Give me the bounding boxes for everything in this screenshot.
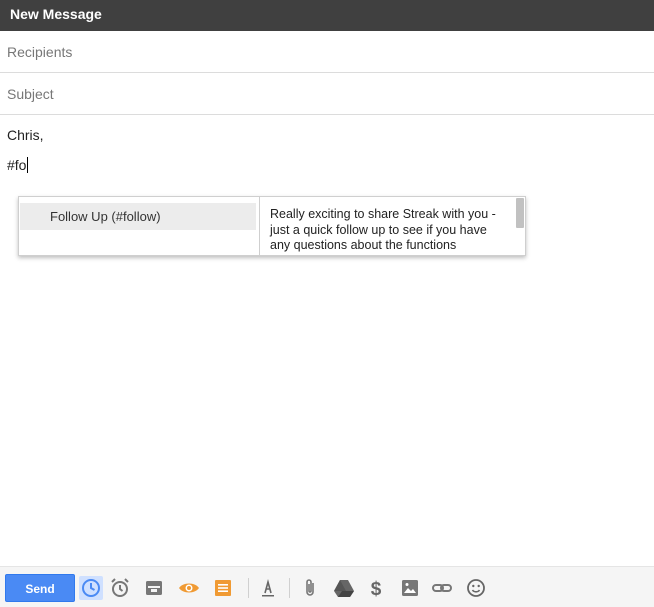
snippet-item[interactable]: Follow Up (#follow) (20, 203, 256, 230)
send-button[interactable]: Send (5, 574, 75, 602)
drive-icon[interactable] (332, 576, 356, 600)
recipients-row (0, 31, 654, 73)
subject-row (0, 73, 654, 115)
text-caret (27, 157, 29, 173)
message-body[interactable]: Chris, #fo (0, 115, 654, 566)
subject-input[interactable] (7, 84, 607, 104)
compose-title: New Message (10, 6, 102, 22)
money-icon[interactable]: $ (364, 576, 388, 600)
snippets-icon[interactable] (211, 576, 235, 600)
photo-icon[interactable] (398, 576, 422, 600)
reminder-icon[interactable] (108, 576, 132, 600)
emoji-icon[interactable] (464, 576, 488, 600)
formatting-icon[interactable] (256, 576, 280, 600)
templates-icon[interactable] (142, 576, 166, 600)
snippet-suggestions: Follow Up (#follow) Really exciting to s… (18, 196, 526, 256)
snippet-preview: Really exciting to share Streak with you… (259, 197, 526, 255)
body-snippet-trigger: #fo (7, 157, 29, 173)
attach-icon[interactable] (298, 576, 322, 600)
snippet-item-label: Follow Up (#follow) (50, 209, 161, 224)
toolbar-divider (248, 578, 249, 598)
send-later-icon[interactable] (79, 576, 103, 600)
compose-toolbar: Send $ (0, 566, 654, 607)
compose-titlebar: New Message (0, 0, 654, 31)
tracking-icon[interactable] (177, 576, 201, 600)
link-icon[interactable] (430, 576, 454, 600)
snippet-preview-text: Really exciting to share Streak with you… (270, 207, 496, 252)
preview-scrollbar[interactable] (516, 198, 524, 228)
body-greeting: Chris, (7, 127, 44, 143)
toolbar-divider (289, 578, 290, 598)
recipients-input[interactable] (7, 42, 607, 62)
snippet-trigger-text: #fo (7, 157, 27, 173)
svg-text:$: $ (371, 579, 382, 600)
snippet-list: Follow Up (#follow) (19, 197, 259, 255)
